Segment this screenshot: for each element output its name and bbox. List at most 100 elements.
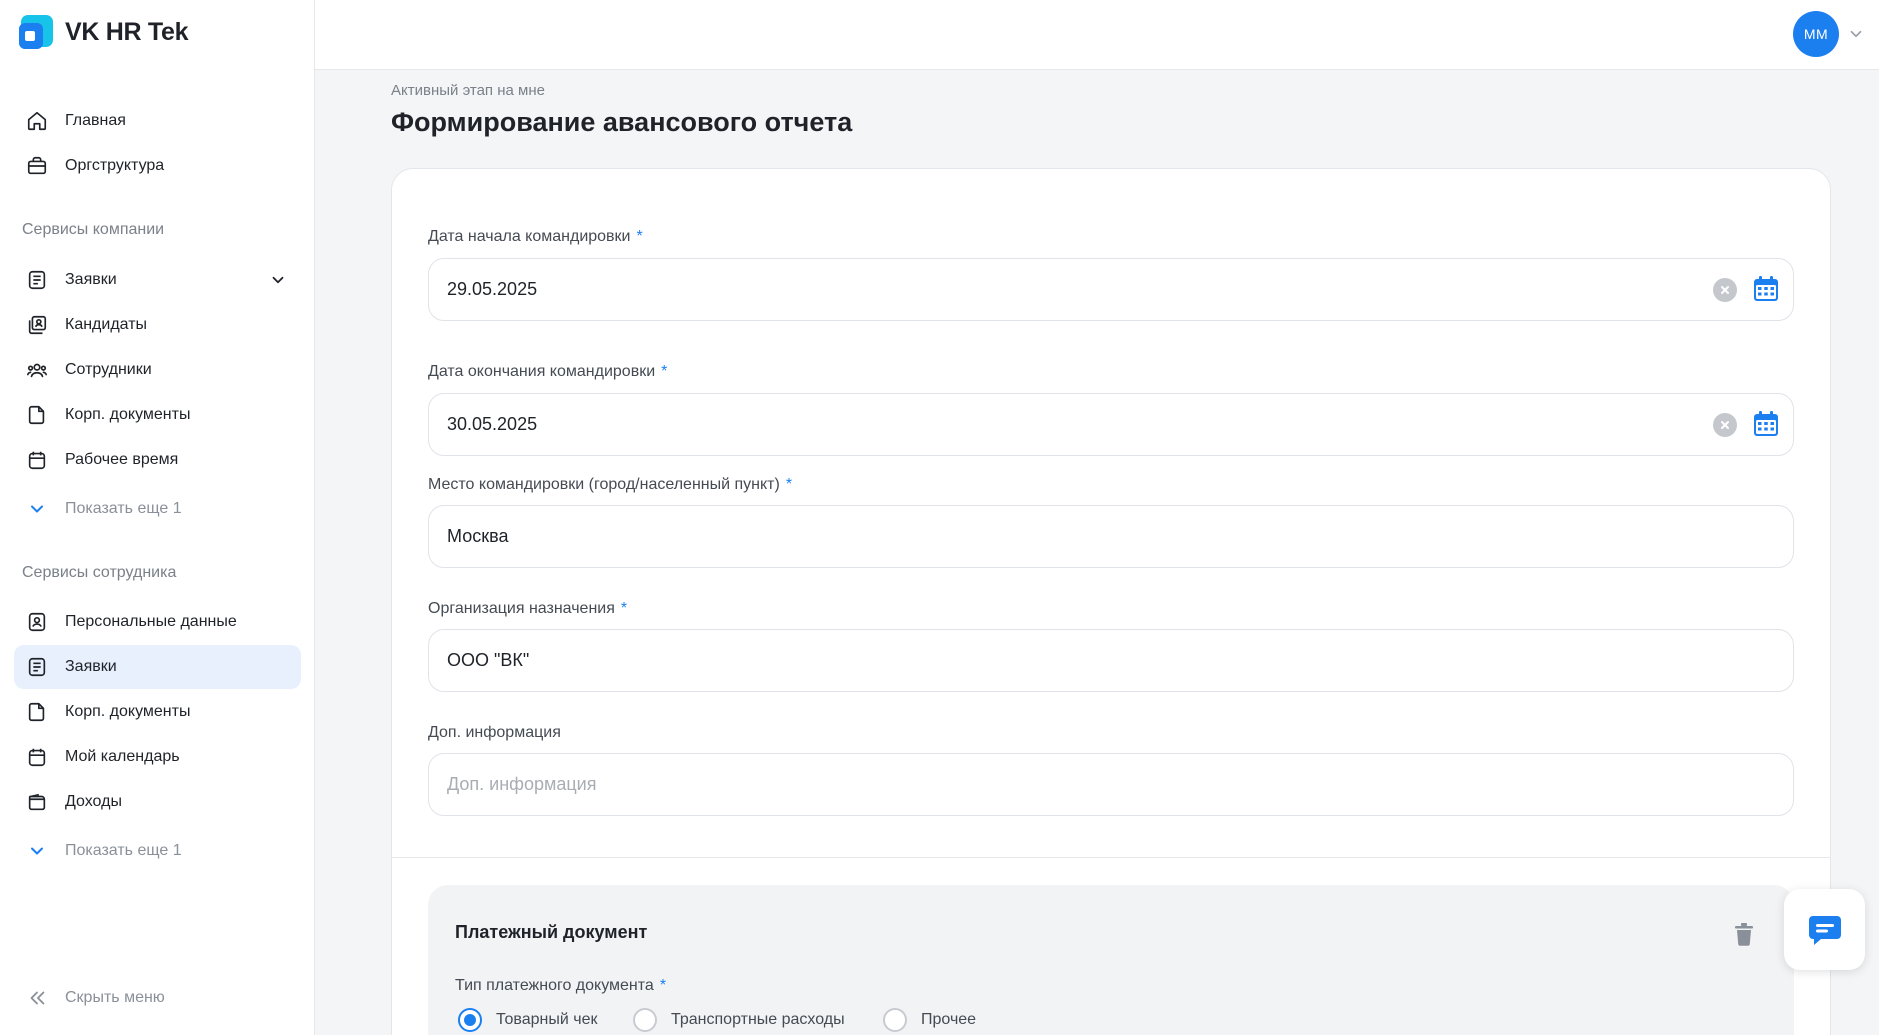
avatar[interactable]: MM <box>1793 11 1839 57</box>
clear-icon[interactable] <box>1713 278 1737 302</box>
required-mark: * <box>636 228 643 245</box>
extra-info-field[interactable] <box>428 753 1794 816</box>
sidebar-item-candidates[interactable]: Кандидаты <box>14 303 301 347</box>
sidebar-item-label: Сотрудники <box>65 361 152 378</box>
section-title-employee: Сервисы сотрудника <box>22 564 177 581</box>
top-bar: MM <box>315 0 1879 70</box>
clear-icon[interactable] <box>1713 413 1737 437</box>
trash-icon[interactable] <box>1733 922 1755 946</box>
briefcase-icon <box>26 155 48 177</box>
payment-document-title: Платежный документ <box>455 922 648 942</box>
double-chevron-left-icon <box>26 987 48 1009</box>
sidebar-item-label: Мой календарь <box>65 748 180 765</box>
collapse-menu-label: Скрыть меню <box>65 989 165 1006</box>
end-date-value: 30.05.2025 <box>447 414 538 434</box>
required-mark: * <box>661 363 668 380</box>
radio-button[interactable] <box>633 1008 657 1032</box>
sidebar-item-label: Заявки <box>65 271 117 288</box>
sidebar-item-label: Корп. документы <box>65 703 191 720</box>
brand-logo-icon <box>19 15 53 49</box>
start-date-label: Дата начала командировки * <box>428 228 643 246</box>
show-more-employee[interactable]: Показать еще 1 <box>14 829 301 873</box>
sidebar-item-employees[interactable]: Сотрудники <box>14 348 301 392</box>
calendar-icon <box>26 449 48 471</box>
show-more-label: Показать еще 1 <box>65 842 182 859</box>
sidebar-item-personal-data[interactable]: Персональные данные <box>14 600 301 644</box>
sidebar-item-label: Рабочее время <box>65 451 179 468</box>
people-icon <box>26 359 48 381</box>
radio-button[interactable] <box>883 1008 907 1032</box>
required-mark: * <box>620 600 628 617</box>
list-icon <box>26 656 48 678</box>
show-more-company[interactable]: Показать еще 1 <box>14 487 301 531</box>
document-icon <box>26 701 48 723</box>
end-date-label: Дата окончания командировки * <box>428 363 667 381</box>
radio-option-transport[interactable]: Транспортные расходы <box>633 1008 845 1032</box>
sidebar-item-requests-employee[interactable]: Заявки <box>14 645 301 689</box>
start-date-value: 29.05.2025 <box>447 279 538 299</box>
sidebar-item-label: Оргструктура <box>65 157 165 174</box>
sidebar-item-label: Доходы <box>65 793 122 810</box>
sidebar-item-income[interactable]: Доходы <box>14 780 301 824</box>
chevron-down-icon <box>26 840 48 862</box>
show-more-label: Показать еще 1 <box>65 500 182 517</box>
place-field[interactable]: Москва <box>428 505 1794 568</box>
place-value: Москва <box>447 526 509 546</box>
list-icon <box>26 269 48 291</box>
brand[interactable]: VK HR Tek <box>19 15 189 49</box>
sidebar-item-work-time[interactable]: Рабочее время <box>14 438 301 482</box>
sidebar-item-label: Персональные данные <box>65 613 237 630</box>
chevron-down-icon[interactable] <box>269 271 287 289</box>
start-date-field[interactable]: 29.05.2025 <box>428 258 1794 321</box>
place-label: Место командировки (город/населенный пун… <box>428 476 792 494</box>
section-divider <box>392 857 1830 858</box>
chat-button[interactable] <box>1784 889 1865 970</box>
collapse-menu-button[interactable]: Скрыть меню <box>14 976 301 1020</box>
calendar-icon[interactable] <box>1752 275 1780 303</box>
home-icon <box>26 110 48 132</box>
sidebar-item-label: Главная <box>65 112 126 129</box>
sidebar-item-label: Корп. документы <box>65 406 191 423</box>
brand-name: VK HR Tek <box>65 17 189 46</box>
sidebar-item-orgstructure[interactable]: Оргструктура <box>14 144 301 188</box>
wallet-icon <box>26 791 48 813</box>
sidebar-item-corp-docs-company[interactable]: Корп. документы <box>14 393 301 437</box>
candidates-icon <box>26 314 48 336</box>
stage-label: Активный этап на мне <box>391 82 545 99</box>
organization-value: ООО "ВК" <box>447 650 530 670</box>
chevron-down-icon <box>26 498 48 520</box>
required-mark: * <box>785 476 793 493</box>
organization-field[interactable]: ООО "ВК" <box>428 629 1794 692</box>
payment-type-label: Тип платежного документа * <box>455 977 666 995</box>
radio-button[interactable] <box>458 1008 482 1032</box>
place-label-text: Место командировки (город/населенный пун… <box>428 476 780 493</box>
sidebar-item-label: Заявки <box>65 658 117 675</box>
person-card-icon <box>26 611 48 633</box>
sidebar-item-corp-docs-employee[interactable]: Корп. документы <box>14 690 301 734</box>
extra-info-label: Доп. информация <box>428 724 561 741</box>
organization-label-text: Организация назначения <box>428 600 615 617</box>
page-title: Формирование авансового отчета <box>391 107 853 137</box>
radio-label: Транспортные расходы <box>671 1011 845 1028</box>
extra-info-input[interactable] <box>447 774 1747 795</box>
chevron-down-icon[interactable] <box>1847 25 1865 43</box>
sidebar-item-requests-company[interactable]: Заявки <box>14 258 301 302</box>
calendar-icon <box>26 746 48 768</box>
calendar-icon[interactable] <box>1752 410 1780 438</box>
chat-icon <box>1808 915 1841 945</box>
radio-option-receipt[interactable]: Товарный чек <box>458 1008 598 1032</box>
sidebar-item-my-calendar[interactable]: Мой календарь <box>14 735 301 779</box>
radio-option-other[interactable]: Прочее <box>883 1008 976 1032</box>
sidebar: VK HR Tek Главная Оргструктура Сервисы к… <box>0 0 315 1035</box>
radio-label: Товарный чек <box>496 1011 598 1028</box>
section-title-company: Сервисы компании <box>22 221 165 238</box>
sidebar-item-home[interactable]: Главная <box>14 99 301 143</box>
radio-label: Прочее <box>921 1011 977 1028</box>
payment-type-label-text: Тип платежного документа <box>455 977 654 994</box>
organization-label: Организация назначения * <box>428 600 627 618</box>
document-icon <box>26 404 48 426</box>
end-date-label-text: Дата окончания командировки <box>428 363 656 380</box>
start-date-label-text: Дата начала командировки <box>428 228 631 245</box>
required-mark: * <box>659 977 667 994</box>
end-date-field[interactable]: 30.05.2025 <box>428 393 1794 456</box>
